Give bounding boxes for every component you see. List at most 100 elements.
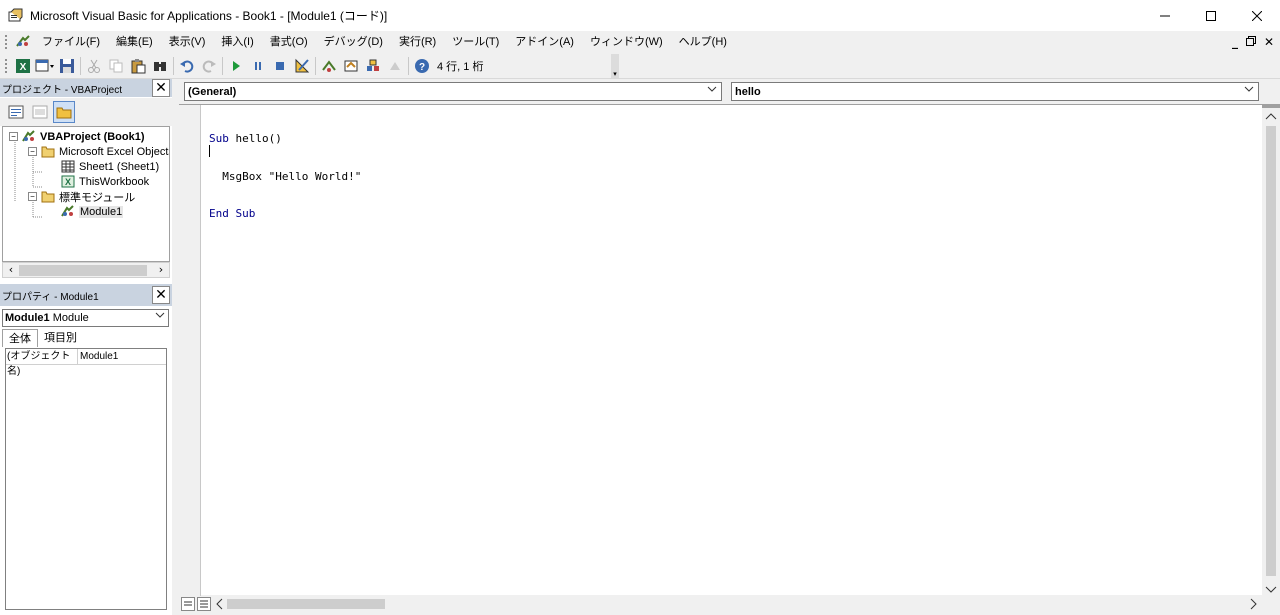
- object-name: Module1: [5, 312, 50, 324]
- menu-edit[interactable]: 編集(E): [108, 31, 161, 53]
- code-vscroll[interactable]: [1262, 104, 1280, 599]
- code-margin-indicator-bar[interactable]: [179, 105, 201, 596]
- menu-addins[interactable]: アドイン(A): [507, 31, 582, 53]
- property-value[interactable]: Module1: [78, 349, 166, 364]
- project-tree-hscroll[interactable]: ‹ ›: [2, 262, 170, 278]
- toolbar-grip-icon[interactable]: [4, 58, 8, 74]
- workbook-icon: X: [61, 175, 75, 188]
- collapse-icon[interactable]: −: [9, 132, 18, 141]
- mdi-restore-button[interactable]: [1245, 35, 1256, 49]
- code-editor[interactable]: Sub hello() MsgBox "Hello World!" End Su…: [179, 104, 1262, 596]
- vba-menu-icon[interactable]: [12, 31, 34, 53]
- toolbar-separator: [222, 57, 223, 75]
- view-object-icon[interactable]: [29, 101, 51, 123]
- project-tree: − VBAProject (Book1) − Microsoft Excel O…: [2, 126, 170, 262]
- project-explorer-icon[interactable]: [318, 55, 340, 77]
- tree-item-standard-modules[interactable]: − 標準モジュール: [28, 189, 135, 204]
- find-icon[interactable]: [149, 55, 171, 77]
- toolbar-separator: [315, 57, 316, 75]
- scroll-right-icon[interactable]: ›: [153, 263, 169, 277]
- view-mode-buttons: [179, 595, 215, 613]
- toggle-folders-icon[interactable]: [53, 101, 75, 123]
- menu-file[interactable]: ファイル(F): [34, 31, 108, 53]
- mdi-minimize-button[interactable]: _: [1232, 35, 1238, 49]
- code-lines[interactable]: Sub hello() MsgBox "Hello World!" End Su…: [209, 108, 361, 246]
- menu-view[interactable]: 表示(V): [161, 31, 214, 53]
- tree-item-excel-objects[interactable]: − Microsoft Excel Objects: [28, 144, 169, 159]
- code-split-bar[interactable]: [1262, 104, 1280, 108]
- menu-bar: ファイル(F) 編集(E) 表示(V) 挿入(I) 書式(O) デバッグ(D) …: [0, 31, 1280, 53]
- reset-icon[interactable]: [269, 55, 291, 77]
- code-keyword: End Sub: [209, 207, 256, 220]
- close-window-button[interactable]: [1234, 0, 1280, 31]
- mdi-close-button[interactable]: ✕: [1264, 35, 1274, 49]
- tree-item-vbaproject[interactable]: − VBAProject (Book1): [9, 129, 145, 144]
- menu-help[interactable]: ヘルプ(H): [671, 31, 735, 53]
- menu-grip-icon[interactable]: [4, 34, 8, 50]
- scroll-right-icon[interactable]: [1248, 598, 1258, 613]
- collapse-icon[interactable]: −: [28, 147, 37, 156]
- svg-text:X: X: [20, 62, 27, 73]
- project-pane-header: プロジェクト - VBAProject ✕: [0, 79, 172, 97]
- cut-icon[interactable]: [83, 55, 105, 77]
- object-select[interactable]: Module1 Module: [2, 309, 169, 327]
- tree-item-thisworkbook[interactable]: X ThisWorkbook: [61, 174, 149, 189]
- menu-tools[interactable]: ツール(T): [444, 31, 507, 53]
- menu-format[interactable]: 書式(O): [262, 31, 316, 53]
- toolbar-separator: [173, 57, 174, 75]
- excel-view-icon[interactable]: X: [12, 55, 34, 77]
- property-row[interactable]: (オブジェクト名) Module1: [6, 349, 166, 377]
- scroll-up-icon[interactable]: [1265, 110, 1277, 123]
- project-pane-close-button[interactable]: ✕: [152, 79, 170, 97]
- run-icon[interactable]: [225, 55, 247, 77]
- insert-userform-icon[interactable]: [34, 55, 56, 77]
- window-title: Microsoft Visual Basic for Applications …: [30, 9, 388, 23]
- tree-item-module1[interactable]: Module1: [61, 204, 124, 219]
- minimize-button[interactable]: [1142, 0, 1188, 31]
- tab-categorized[interactable]: 項目別: [38, 329, 83, 347]
- scroll-thumb[interactable]: [1266, 126, 1276, 576]
- full-module-view-icon[interactable]: [197, 597, 211, 611]
- scroll-left-icon[interactable]: ‹: [3, 263, 19, 277]
- tab-alphabetic[interactable]: 全体: [2, 329, 38, 347]
- title-bar: Microsoft Visual Basic for Applications …: [0, 0, 1280, 31]
- procedure-view-icon[interactable]: [181, 597, 195, 611]
- copy-icon[interactable]: [105, 55, 127, 77]
- save-icon[interactable]: [56, 55, 78, 77]
- help-icon[interactable]: ?: [411, 55, 433, 77]
- scroll-left-icon[interactable]: [215, 598, 225, 613]
- menu-debug[interactable]: デバッグ(D): [316, 31, 391, 53]
- properties-tabs: 全体 項目別: [2, 329, 169, 347]
- menu-run[interactable]: 実行(R): [391, 31, 444, 53]
- tree-label: VBAProject (Book1): [40, 130, 145, 143]
- tree-label: ThisWorkbook: [79, 175, 150, 188]
- object-browser-icon[interactable]: [362, 55, 384, 77]
- menu-insert[interactable]: 挿入(I): [213, 31, 261, 53]
- code-hscroll[interactable]: [215, 595, 1262, 613]
- tree-item-sheet1[interactable]: Sheet1 (Sheet1): [61, 159, 159, 174]
- collapse-icon[interactable]: −: [28, 192, 37, 201]
- redo-icon[interactable]: [198, 55, 220, 77]
- text-caret: [209, 145, 210, 157]
- break-icon[interactable]: [247, 55, 269, 77]
- tree-label: 標準モジュール: [59, 191, 136, 204]
- tree-label: Sheet1 (Sheet1): [79, 160, 160, 173]
- properties-pane-close-button[interactable]: ✕: [152, 286, 170, 304]
- view-code-icon[interactable]: [5, 101, 27, 123]
- procedure-combo[interactable]: hello: [731, 82, 1259, 101]
- properties-window-icon[interactable]: [340, 55, 362, 77]
- paste-icon[interactable]: [127, 55, 149, 77]
- chevron-down-icon: [155, 311, 165, 322]
- scroll-thumb[interactable]: [19, 265, 147, 276]
- object-combo[interactable]: (General): [184, 82, 722, 101]
- scroll-thumb[interactable]: [227, 599, 385, 609]
- pane-splitter[interactable]: [172, 79, 179, 615]
- undo-icon[interactable]: [176, 55, 198, 77]
- scroll-down-icon[interactable]: [1265, 584, 1277, 597]
- maximize-button[interactable]: [1188, 0, 1234, 31]
- project-pane-toolbar: [0, 98, 172, 126]
- toolbox-icon[interactable]: [384, 55, 406, 77]
- design-mode-icon[interactable]: [291, 55, 313, 77]
- menu-window[interactable]: ウィンドウ(W): [582, 31, 671, 53]
- toolbar-options-icon[interactable]: ▾: [611, 54, 619, 78]
